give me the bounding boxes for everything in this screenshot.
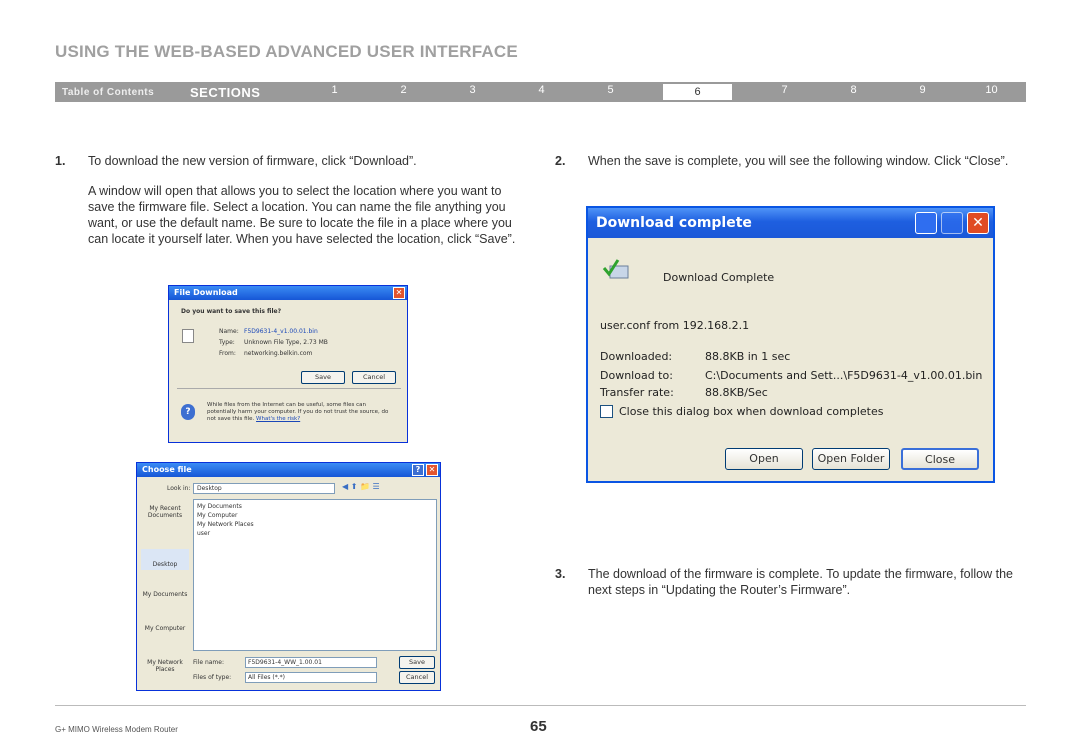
close-icon[interactable]: ✕ (967, 212, 989, 234)
place-desktop[interactable]: Desktop (141, 549, 189, 570)
cancel-button[interactable]: Cancel (352, 371, 396, 384)
risk-link[interactable]: What's the risk? (256, 416, 300, 422)
download-complete-titlebar: Download complete ✕ (588, 208, 993, 238)
section-nav: Table of Contents SECTIONS 1 2 3 4 5 6 7… (55, 82, 1026, 102)
shield-icon: ? (181, 404, 195, 420)
section-link-7[interactable]: 7 (750, 84, 819, 100)
minimize-icon[interactable] (915, 212, 937, 234)
choose-file-title: Choose file (142, 465, 192, 474)
section-link-8[interactable]: 8 (819, 84, 888, 100)
close-button[interactable]: Close (901, 448, 979, 470)
from-value: networking.belkin.com (244, 350, 313, 357)
transfer-rate-value: 88.8KB/Sec (705, 386, 768, 399)
section-numbers: 1 2 3 4 5 6 7 8 9 10 (300, 84, 1026, 100)
download-to-value: C:\Documents and Sett...\F5D9631-4_v1.00… (705, 369, 983, 382)
download-check-icon (602, 256, 630, 282)
section-link-6-active[interactable]: 6 (663, 84, 732, 100)
list-item[interactable]: user (197, 530, 210, 537)
file-download-titlebar: File Download ✕ (169, 286, 407, 300)
close-icon[interactable]: ✕ (426, 464, 438, 476)
footer-product: G+ MIMO Wireless Modem Router (55, 725, 178, 734)
section-link-4[interactable]: 4 (507, 84, 576, 100)
page-number: 65 (530, 718, 547, 735)
transfer-rate-label: Transfer rate: (600, 386, 674, 399)
step-3-number: 3. (555, 567, 566, 581)
save-button[interactable]: Save (399, 656, 435, 669)
choose-file-titlebar: Choose file ? ✕ (137, 463, 440, 477)
download-to-label: Download to: (600, 369, 673, 382)
step-3: 3. The download of the firmware is compl… (555, 566, 1025, 598)
help-icon[interactable]: ? (412, 464, 424, 476)
name-value: F5D9631-4_v1.00.01.bin (244, 328, 318, 335)
maximize-icon[interactable] (941, 212, 963, 234)
place-network[interactable]: My Network Places (141, 659, 189, 673)
file-download-title: File Download (174, 288, 238, 297)
step-1: 1. To download the new version of firmwa… (55, 153, 525, 247)
save-question: Do you want to save this file? (181, 308, 282, 315)
place-computer[interactable]: My Computer (141, 625, 189, 632)
divider (177, 388, 401, 389)
download-source: user.conf from 192.168.2.1 (600, 319, 750, 332)
close-on-complete-checkbox[interactable] (600, 405, 613, 418)
open-button[interactable]: Open (725, 448, 803, 470)
footer-divider (55, 705, 1026, 706)
step-2: 2. When the save is complete, you will s… (555, 153, 1025, 169)
type-label: Type: (219, 339, 235, 346)
section-link-9[interactable]: 9 (888, 84, 957, 100)
section-link-2[interactable]: 2 (369, 84, 438, 100)
name-label: Name: (219, 328, 239, 335)
section-link-5[interactable]: 5 (576, 84, 645, 100)
file-type-select[interactable]: All Files (*.*) (245, 672, 377, 683)
look-in-select[interactable]: Desktop (193, 483, 335, 494)
place-documents[interactable]: My Documents (141, 591, 189, 598)
type-value: Unknown File Type, 2.73 MB (244, 339, 328, 346)
file-icon (182, 329, 194, 343)
open-folder-button[interactable]: Open Folder (812, 448, 890, 470)
file-download-dialog: File Download ✕ Do you want to save this… (168, 285, 408, 443)
download-complete-title: Download complete (596, 215, 752, 231)
list-item[interactable]: My Documents (197, 503, 242, 510)
downloaded-label: Downloaded: (600, 350, 673, 363)
from-label: From: (219, 350, 236, 357)
toc-link[interactable]: Table of Contents (55, 87, 190, 98)
step-2-text: When the save is complete, you will see … (588, 154, 1009, 168)
step-2-number: 2. (555, 154, 566, 168)
list-item[interactable]: My Computer (197, 512, 237, 519)
step-3-text: The download of the firmware is complete… (588, 567, 1013, 597)
save-button[interactable]: Save (301, 371, 345, 384)
downloaded-value: 88.8KB in 1 sec (705, 350, 791, 363)
place-recent[interactable]: My Recent Documents (141, 505, 189, 519)
close-icon[interactable]: ✕ (393, 287, 405, 299)
places-bar: My Recent Documents Desktop My Documents… (141, 499, 189, 685)
section-link-10[interactable]: 10 (957, 84, 1026, 100)
look-in-label: Look in: (167, 485, 191, 492)
toolbar-icons[interactable]: ◀ ⬆ 📁 ☰ (342, 482, 380, 491)
file-name-label: File name: (193, 659, 224, 666)
close-on-complete-label: Close this dialog box when download comp… (619, 405, 884, 418)
choose-file-dialog: Choose file ? ✕ Look in: Desktop ◀ ⬆ 📁 ☰… (136, 462, 441, 691)
cancel-button[interactable]: Cancel (399, 671, 435, 684)
step-1-paragraph: A window will open that allows you to se… (88, 184, 516, 246)
list-item[interactable]: My Network Places (197, 521, 254, 528)
sections-label: SECTIONS (190, 84, 261, 100)
file-type-label: Files of type: (193, 674, 232, 681)
file-list: My Documents My Computer My Network Plac… (193, 499, 437, 651)
section-link-3[interactable]: 3 (438, 84, 507, 100)
section-link-1[interactable]: 1 (300, 84, 369, 100)
step-1-text: To download the new version of firmware,… (88, 154, 417, 168)
page-title: USING THE WEB-BASED ADVANCED USER INTERF… (55, 42, 518, 61)
download-complete-dialog: Download complete ✕ Download Complete us… (586, 206, 995, 483)
security-warning: While files from the Internet can be use… (207, 402, 397, 423)
download-heading: Download Complete (663, 271, 775, 284)
step-1-number: 1. (55, 154, 66, 168)
file-name-input[interactable]: F5D9631-4_WW_1.00.01 (245, 657, 377, 668)
